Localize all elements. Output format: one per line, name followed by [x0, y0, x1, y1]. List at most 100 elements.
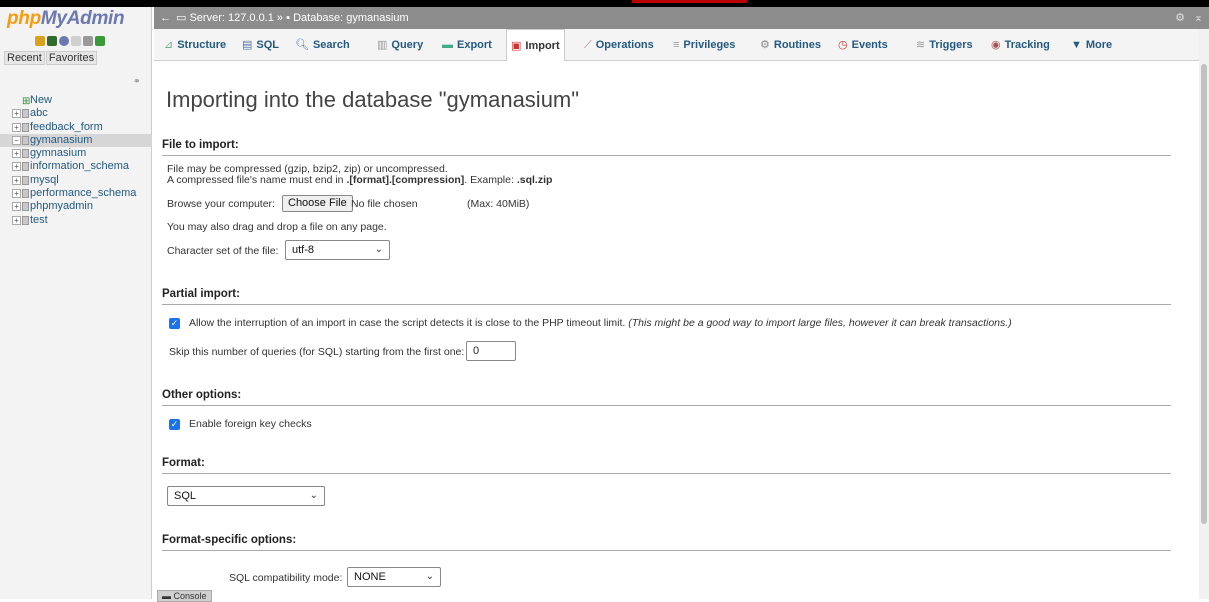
expand-icon[interactable]: +	[12, 202, 21, 212]
collapse-sidebar-icon[interactable]: ←	[160, 7, 171, 29]
db-performance-schema[interactable]: + performance_schema	[10, 187, 152, 200]
tab-events[interactable]: ◷ Events	[838, 29, 888, 61]
breadcrumb-server[interactable]: Server: 127.0.0.1	[189, 12, 273, 24]
favorites-tab[interactable]: Favorites	[45, 51, 98, 65]
navigation-sidebar: phpMyAdmin Recent Favorites ⚭ ⊞ New + abc +…	[0, 7, 152, 599]
tab-more[interactable]: ▼ More	[1071, 29, 1112, 61]
page-title: Importing into the database "gymanasium"	[166, 87, 580, 112]
database-icon: ▪	[286, 12, 291, 24]
logo-text-accent: MyAdmin	[40, 8, 125, 29]
tab-label: Events	[851, 39, 888, 51]
db-name[interactable]: gymnasium	[30, 147, 86, 159]
database-icon	[22, 122, 29, 132]
tab-operations[interactable]: ⟋ Operations	[584, 29, 654, 61]
new-db-icon: ⊞	[22, 96, 31, 107]
breadcrumb-path: ▭ Server: 127.0.0.1 » ▪ Database: gymana…	[176, 7, 409, 29]
routines-icon: ⚙	[760, 39, 770, 51]
console-icon: ▬	[162, 591, 171, 601]
server-icon: ▭	[176, 12, 187, 24]
db-name[interactable]: information_schema	[30, 160, 129, 172]
database-icon	[22, 215, 29, 225]
partial-import-heading: Partial import:	[162, 288, 1171, 305]
phpmyadmin-logo[interactable]: phpMyAdmin	[7, 8, 125, 30]
db-name[interactable]: New	[30, 94, 52, 106]
format-select[interactable]: SQL ⌄	[167, 486, 325, 506]
charset-label: Character set of the file:	[167, 245, 279, 257]
query-icon: ▥	[377, 39, 388, 51]
db-abc[interactable]: + abc	[10, 107, 152, 120]
db-name[interactable]: test	[30, 214, 48, 226]
sql-compat-select[interactable]: NONE ⌄	[347, 567, 441, 587]
db-test[interactable]: + test	[10, 214, 152, 227]
tab-search[interactable]: 🔍︎ Search	[295, 29, 350, 61]
other-options-heading: Other options:	[162, 389, 1171, 406]
tab-label: Query	[391, 39, 424, 51]
db-feedback-form[interactable]: + feedback_form	[10, 121, 152, 134]
db-new[interactable]: ⊞ New	[10, 94, 152, 107]
tab-label: Tracking	[1004, 39, 1050, 51]
sql-icon: ▤	[242, 39, 253, 51]
recent-tab[interactable]: Recent	[4, 51, 45, 65]
db-name[interactable]: abc	[30, 107, 48, 119]
db-information-schema[interactable]: + information_schema	[10, 160, 152, 173]
help-icon[interactable]	[59, 36, 69, 46]
breadcrumb: ← ▭ Server: 127.0.0.1 » ▪ Database: gyma…	[154, 7, 1209, 29]
tab-query[interactable]: ▥ Query	[377, 29, 423, 61]
console-toggle[interactable]: ▬ Console	[157, 590, 212, 602]
settings-icon[interactable]	[83, 36, 93, 46]
file-to-import-heading: File to import:	[162, 139, 1171, 156]
db-mysql[interactable]: + mysql	[10, 174, 152, 187]
db-name[interactable]: gymanasium	[30, 134, 92, 146]
reload-icon[interactable]	[95, 36, 105, 46]
quick-icons	[35, 36, 105, 46]
tab-structure[interactable]: ⊿ Structure	[164, 29, 226, 61]
link-with-main-panel-icon[interactable]: ⚭	[133, 76, 141, 87]
tab-label: Privileges	[683, 39, 736, 51]
db-gymnasium[interactable]: + gymnasium	[10, 147, 152, 160]
tab-label: Search	[312, 39, 350, 51]
tab-export[interactable]: ▬ Export	[442, 29, 492, 61]
collapse-icon[interactable]: −	[12, 135, 21, 145]
expand-icon[interactable]: +	[12, 189, 21, 199]
expand-icon[interactable]: +	[12, 109, 21, 119]
window-top-accent	[632, 0, 747, 3]
expand-icon[interactable]: +	[12, 215, 21, 225]
chevron-down-icon: ⌄	[309, 490, 318, 501]
expand-icon[interactable]: +	[12, 162, 21, 172]
db-name[interactable]: mysql	[30, 174, 59, 186]
allow-interrupt-text: Allow the interruption of an import in c…	[189, 317, 626, 329]
choose-file-button[interactable]: Choose File	[282, 195, 353, 212]
db-gymanasium[interactable]: − gymanasium	[0, 133, 152, 148]
expand-icon[interactable]: +	[12, 149, 21, 159]
breadcrumb-database[interactable]: Database: gymanasium	[293, 12, 409, 24]
tab-label: More	[1085, 39, 1113, 51]
page-scrollbar[interactable]	[1199, 29, 1209, 599]
tab-sql[interactable]: ▤ SQL	[242, 29, 279, 61]
tracking-icon: ◉	[991, 39, 1001, 51]
database-icon	[22, 149, 29, 159]
expand-icon[interactable]: +	[12, 175, 21, 185]
tab-tracking[interactable]: ◉ Tracking	[991, 29, 1050, 61]
skip-queries-input[interactable]: 0	[466, 341, 516, 361]
db-name[interactable]: feedback_form	[30, 121, 103, 133]
docs-icon[interactable]	[71, 36, 81, 46]
charset-select[interactable]: utf-8 ⌄	[285, 240, 390, 260]
foreign-key-checkbox[interactable]: ✓	[169, 419, 180, 430]
tab-triggers[interactable]: ≋ Triggers	[916, 29, 973, 61]
allow-interrupt-checkbox[interactable]: ✓	[169, 318, 180, 329]
scroll-top-icon[interactable]: ⌅	[1194, 7, 1203, 29]
tab-import[interactable]: ▣ Import	[506, 29, 565, 61]
db-name[interactable]: performance_schema	[30, 187, 136, 199]
tab-routines[interactable]: ⚙ Routines	[760, 29, 821, 61]
database-icon	[22, 109, 29, 119]
db-name[interactable]: phpmyadmin	[30, 200, 93, 212]
tab-privileges[interactable]: ≡ Privileges	[673, 29, 735, 61]
logout-icon[interactable]	[47, 36, 57, 46]
scrollbar-thumb[interactable]	[1201, 64, 1207, 524]
tab-label: Routines	[773, 39, 821, 51]
expand-icon[interactable]: +	[12, 122, 21, 132]
db-phpmyadmin[interactable]: + phpmyadmin	[10, 200, 152, 213]
home-icon[interactable]	[35, 36, 45, 46]
window-top-strip	[0, 0, 1209, 7]
gear-icon[interactable]: ⚙	[1175, 7, 1185, 29]
